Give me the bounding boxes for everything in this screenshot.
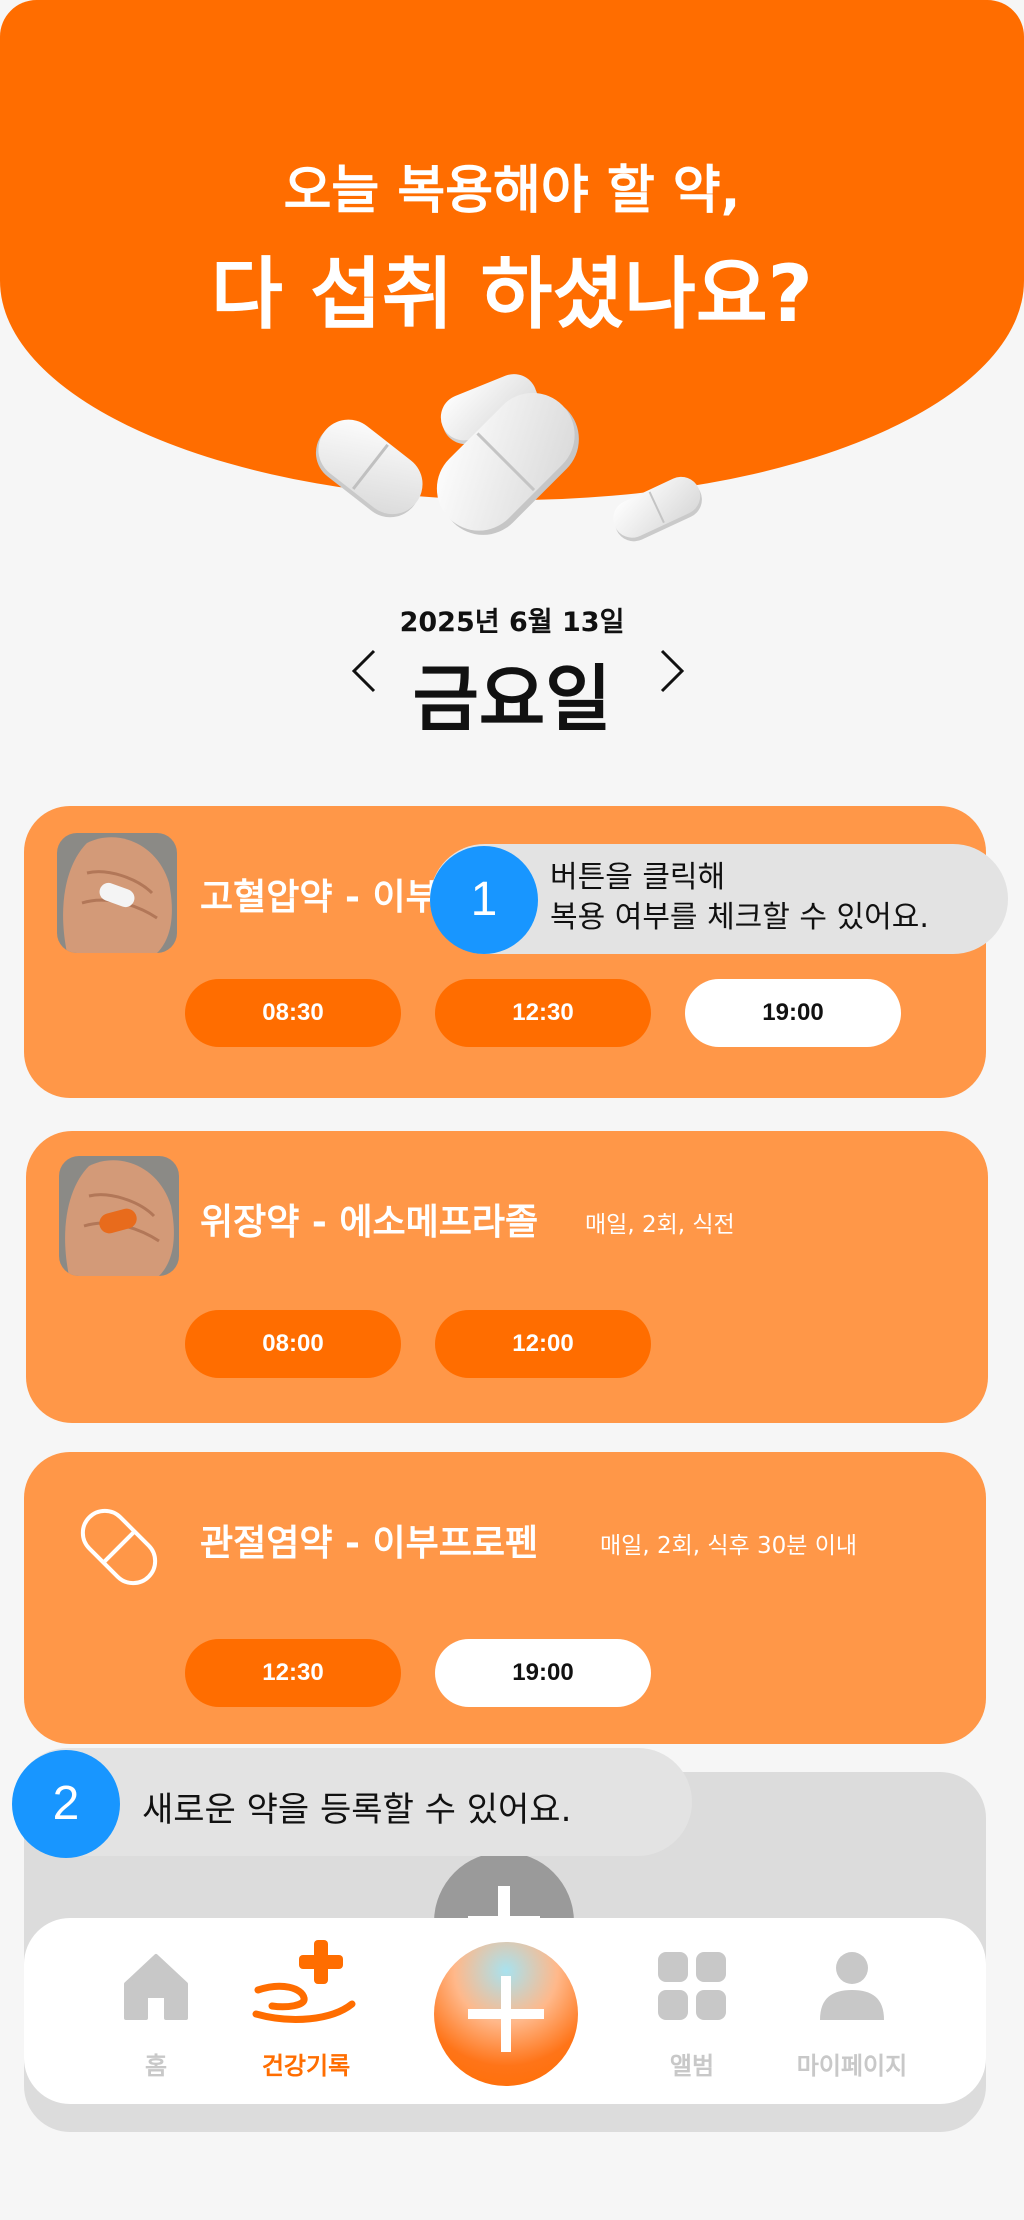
tooltip-line: 새로운 약을 등록할 수 있어요. xyxy=(142,1790,572,1830)
header-title: 다 섭취 하셨나요? xyxy=(211,250,813,340)
med-photo xyxy=(59,1156,179,1276)
plus-icon xyxy=(468,1976,544,2052)
med-name: 고혈압약 - 이부 xyxy=(200,877,439,918)
add-fab-button[interactable] xyxy=(434,1942,578,2086)
health-record-icon xyxy=(252,1940,356,2023)
chevron-left-icon[interactable] xyxy=(344,646,384,696)
tooltip-badge: 2 xyxy=(12,1750,120,1858)
date-label: 2025년 6월 13일 xyxy=(399,607,625,638)
pills-illustration xyxy=(315,374,702,542)
nav-label: 홈 xyxy=(144,2052,168,2080)
album-grid-icon xyxy=(658,1952,726,2020)
nav-home[interactable]: 홈 xyxy=(76,1918,236,2104)
nav-album[interactable]: 앨범 xyxy=(612,1918,772,2104)
med-card: 위장약 - 에소메프라졸 매일, 2회, 식전 08:00 12:00 xyxy=(26,1131,988,1423)
dose-time-button-taken[interactable]: 19:00 xyxy=(435,1639,651,1707)
bottom-nav: 홈 건강기록 앨범 마이페이지 xyxy=(24,1918,986,2104)
dose-time-button[interactable]: 08:00 xyxy=(185,1310,401,1378)
med-name: 관절염약 - 이부프로펜 xyxy=(200,1523,539,1564)
header-line-1: 오늘 복용해야 할 약, xyxy=(283,161,741,221)
tooltip-badge: 1 xyxy=(430,846,538,954)
nav-mypage[interactable]: 마이페이지 xyxy=(772,1918,932,2104)
med-name: 위장약 - 에소메프라졸 xyxy=(200,1202,539,1243)
med-card: 관절염약 - 이부프로펜 매일, 2회, 식후 30분 이내 12:30 19:… xyxy=(24,1452,986,1744)
chevron-right-icon[interactable] xyxy=(652,646,692,696)
med-photo xyxy=(57,833,177,953)
med-schedule: 매일, 2회, 식전 xyxy=(585,1212,735,1238)
nav-label: 마이페이지 xyxy=(796,2052,908,2080)
dose-time-button-taken[interactable]: 19:00 xyxy=(685,979,901,1047)
med-schedule: 매일, 2회, 식후 30분 이내 xyxy=(600,1533,858,1559)
dose-time-button[interactable]: 12:30 xyxy=(435,979,651,1047)
person-icon xyxy=(820,1952,884,2020)
tooltip-line: 복용 여부를 체크할 수 있어요. xyxy=(550,900,929,935)
home-icon xyxy=(124,1954,188,2020)
pill-outline-icon xyxy=(80,1508,158,1586)
day-title: 금요일 xyxy=(412,657,612,741)
nav-label: 앨범 xyxy=(669,2052,715,2080)
nav-label: 건강기록 xyxy=(261,2052,351,2080)
tooltip-line: 버튼을 클릭해 xyxy=(550,860,726,895)
dose-time-button[interactable]: 12:30 xyxy=(185,1639,401,1707)
dose-time-button[interactable]: 12:00 xyxy=(435,1310,651,1378)
dose-time-button[interactable]: 08:30 xyxy=(185,979,401,1047)
nav-health[interactable]: 건강기록 xyxy=(226,1918,386,2104)
